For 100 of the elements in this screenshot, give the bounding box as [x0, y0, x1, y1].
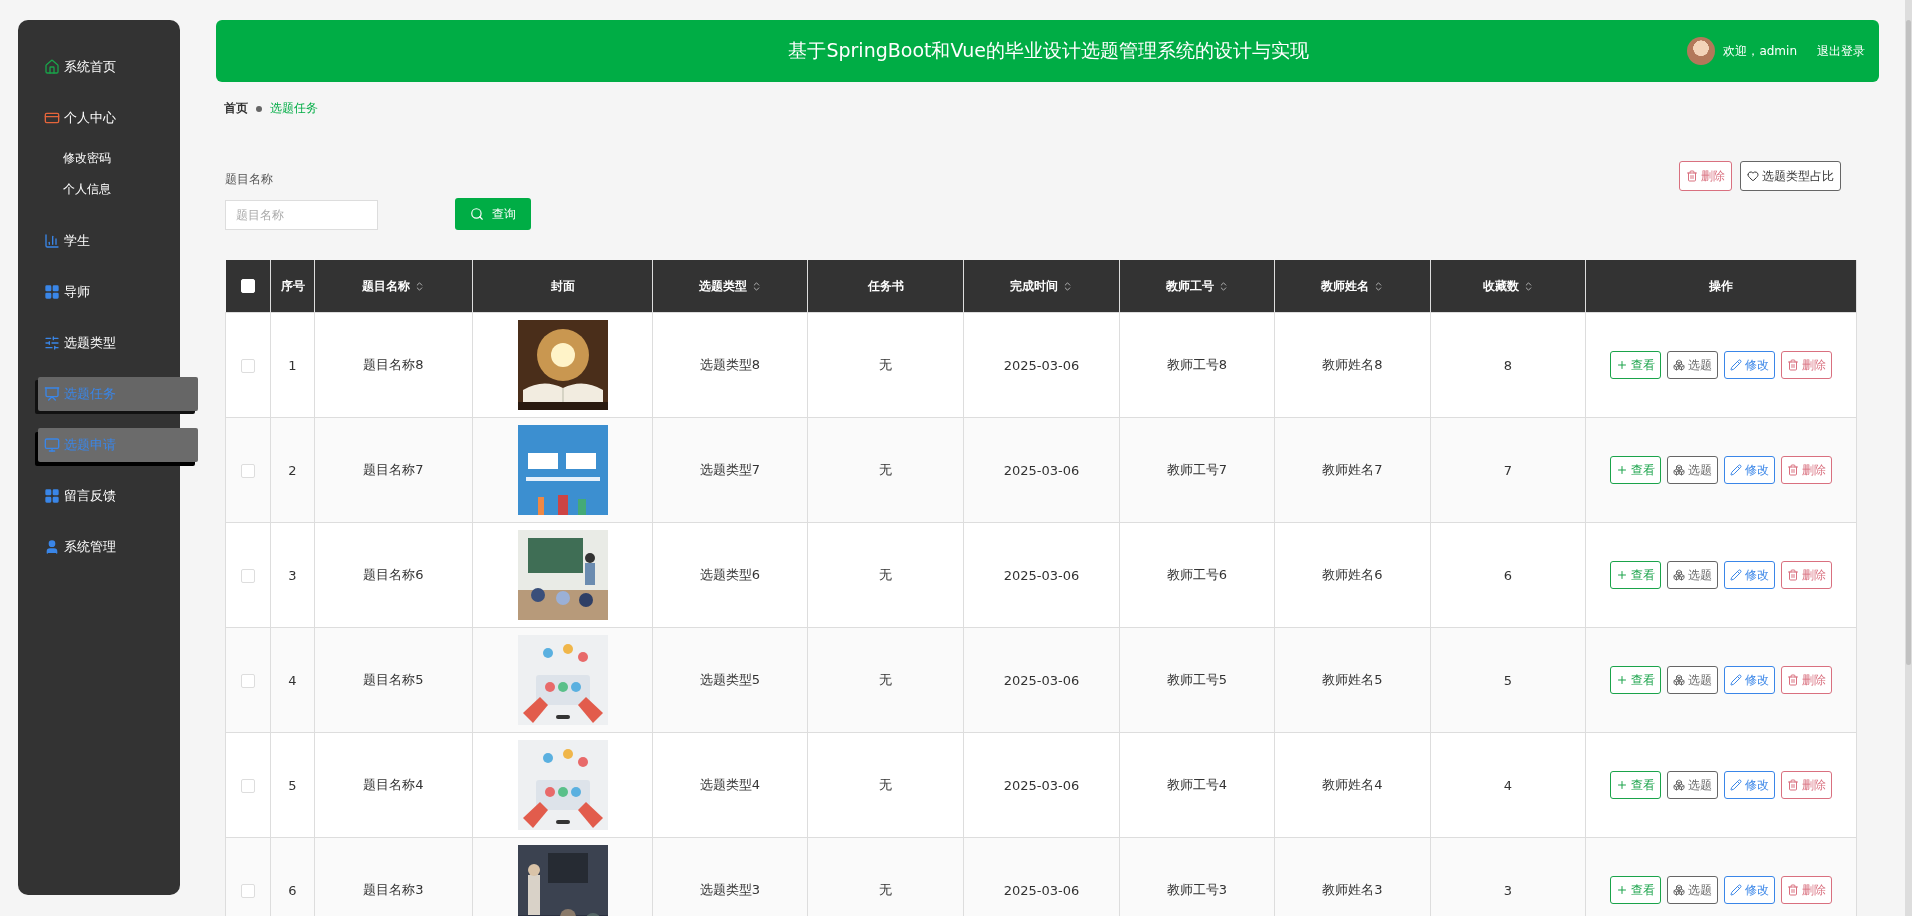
column-header[interactable]: 教师姓名	[1274, 260, 1431, 313]
select-button[interactable]: 选题	[1667, 456, 1718, 484]
pencil-icon	[1730, 779, 1742, 791]
table-cell: 教师姓名8	[1274, 312, 1431, 418]
column-header[interactable]: 完成时间	[963, 260, 1120, 313]
column-header: 封面	[472, 260, 653, 313]
row-checkbox[interactable]	[241, 358, 255, 373]
sidebar-item[interactable]: 留言反馈	[44, 479, 180, 513]
row-checkbox[interactable]	[241, 778, 255, 793]
breadcrumb-link[interactable]: 选题任务	[270, 100, 318, 117]
sidebar-item[interactable]: 学生	[44, 224, 180, 258]
trash-icon	[1787, 359, 1799, 371]
table-cell: 2025-03-06	[963, 417, 1120, 523]
table-cell: 无	[807, 732, 964, 838]
select-button[interactable]: 选题	[1667, 771, 1718, 799]
pencil-icon	[1730, 359, 1742, 371]
delete-button[interactable]: 删除	[1781, 456, 1832, 484]
table-cell: 题目名称4	[314, 732, 473, 838]
sort-icon[interactable]	[1373, 280, 1384, 292]
table-cell: 教师姓名4	[1274, 732, 1431, 838]
trash-icon	[1787, 884, 1799, 896]
edit-button[interactable]: 修改	[1724, 351, 1775, 379]
search-field[interactable]: 题目名称	[225, 200, 378, 230]
delete-button[interactable]: 删除	[1781, 561, 1832, 589]
table-cell: 选题类型4	[652, 732, 808, 838]
column-header[interactable]: 题目名称	[314, 260, 473, 313]
grid-icon	[44, 284, 60, 300]
query-button[interactable]: 查询	[455, 198, 531, 230]
column-header[interactable]: 教师工号	[1119, 260, 1275, 313]
table-cell: 教师工号4	[1119, 732, 1275, 838]
table-cell: 选题类型6	[652, 522, 808, 628]
view-button[interactable]: 查看	[1610, 771, 1661, 799]
delete-button[interactable]: 删除	[1781, 876, 1832, 904]
pencil-icon	[1730, 674, 1742, 686]
pencil-icon	[1730, 464, 1742, 476]
trash-icon	[1787, 569, 1799, 581]
table-cell: 无	[807, 312, 964, 418]
table-cell: 题目名称8	[314, 312, 473, 418]
row-checkbox[interactable]	[241, 673, 255, 688]
table-cell: 题目名称6	[314, 522, 473, 628]
scrollbar[interactable]	[1905, 0, 1912, 916]
column-header[interactable]: 选题类型	[652, 260, 808, 313]
delete-button[interactable]: 删除	[1781, 666, 1832, 694]
sort-icon[interactable]	[414, 280, 425, 292]
table-cell: 教师姓名7	[1274, 417, 1431, 523]
row-checkbox[interactable]	[241, 883, 255, 898]
app-title: 基于SpringBoot和Vue的毕业设计选题管理系统的设计与实现	[787, 38, 1310, 63]
view-button[interactable]: 查看	[1610, 561, 1661, 589]
table-cell: 无	[807, 522, 964, 628]
delete-button[interactable]: 删除	[1781, 771, 1832, 799]
sidebar-item[interactable]: 系统首页	[44, 50, 180, 84]
plus-icon	[1616, 464, 1628, 476]
search-icon	[470, 207, 484, 221]
chart-button[interactable]: 选题类型占比	[1740, 161, 1841, 191]
breadcrumb-link[interactable]: 首页	[224, 100, 248, 117]
sidebar-item[interactable]: 系统管理	[44, 530, 180, 564]
card-icon	[44, 110, 60, 126]
view-button[interactable]: 查看	[1610, 351, 1661, 379]
trash-icon	[1787, 464, 1799, 476]
boxes-icon	[1673, 884, 1685, 896]
trash-icon	[1686, 170, 1698, 182]
row-checkbox[interactable]	[241, 463, 255, 478]
table-cell: 教师工号8	[1119, 312, 1275, 418]
logout-link[interactable]: 退出登录	[1817, 42, 1865, 60]
heart-icon	[1747, 170, 1759, 182]
table-cell: 选题类型5	[652, 627, 808, 733]
sidebar-subitem[interactable]: 个人信息	[63, 181, 180, 198]
plus-icon	[1616, 779, 1628, 791]
select-button[interactable]: 选题	[1667, 666, 1718, 694]
table-cell: 2025-03-06	[963, 522, 1120, 628]
column-header[interactable]: 收藏数	[1430, 260, 1586, 313]
edit-button[interactable]: 修改	[1724, 876, 1775, 904]
edit-button[interactable]: 修改	[1724, 666, 1775, 694]
select-button[interactable]: 选题	[1667, 561, 1718, 589]
sidebar-item[interactable]: 导师	[44, 275, 180, 309]
select-all-checkbox[interactable]	[240, 279, 255, 294]
table-cell: 4	[270, 627, 315, 733]
view-button[interactable]: 查看	[1610, 876, 1661, 904]
select-button[interactable]: 选题	[1667, 876, 1718, 904]
edit-button[interactable]: 修改	[1724, 771, 1775, 799]
table-cell: 教师姓名5	[1274, 627, 1431, 733]
field-label: 题目名称	[225, 171, 274, 188]
view-button[interactable]: 查看	[1610, 456, 1661, 484]
scrollbar-thumb[interactable]	[1906, 20, 1911, 665]
edit-button[interactable]: 修改	[1724, 561, 1775, 589]
sidebar-item[interactable]: 个人中心	[44, 101, 180, 135]
delete-button[interactable]: 删除	[1679, 161, 1732, 191]
sidebar-subitem[interactable]: 修改密码	[63, 150, 180, 167]
table-cell: 教师姓名6	[1274, 522, 1431, 628]
board-icon	[44, 386, 60, 402]
edit-button[interactable]: 修改	[1724, 456, 1775, 484]
delete-button[interactable]: 删除	[1781, 351, 1832, 379]
select-button[interactable]: 选题	[1667, 351, 1718, 379]
row-checkbox[interactable]	[241, 568, 255, 583]
view-button[interactable]: 查看	[1610, 666, 1661, 694]
sort-icon[interactable]	[1062, 280, 1073, 292]
boxes-icon	[1673, 569, 1685, 581]
plus-icon	[1616, 884, 1628, 896]
sidebar-item[interactable]: 选题类型	[44, 326, 180, 360]
table-cell: 选题类型7	[652, 417, 808, 523]
